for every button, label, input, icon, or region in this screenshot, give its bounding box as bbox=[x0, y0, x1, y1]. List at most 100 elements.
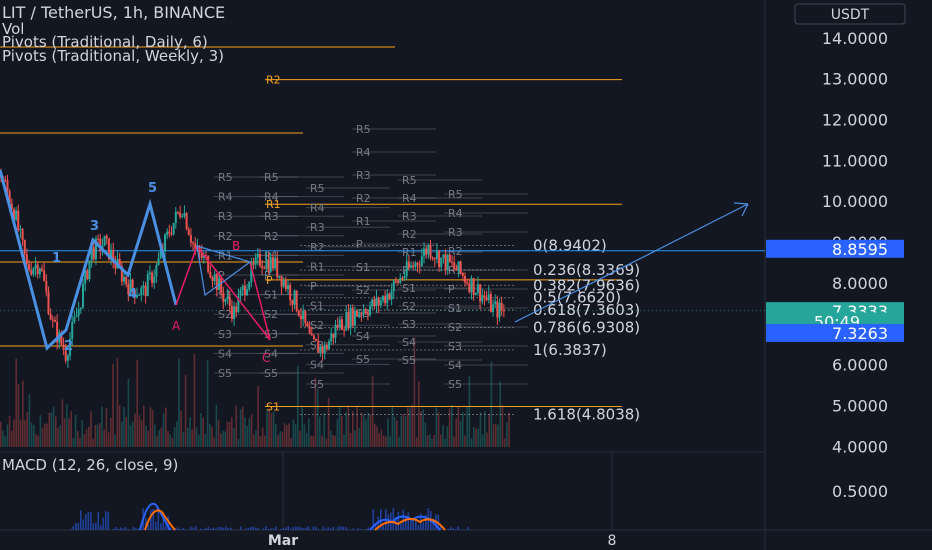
volume-bar bbox=[193, 353, 196, 447]
candle-body bbox=[455, 267, 458, 271]
volume-bar bbox=[198, 434, 200, 447]
macd-histogram-bar bbox=[340, 526, 342, 530]
volume-bar bbox=[55, 416, 57, 447]
candle-body bbox=[181, 216, 184, 218]
pivot-daily-label: R5 bbox=[310, 182, 325, 195]
macd-histogram-bar bbox=[250, 527, 252, 530]
candle-body bbox=[446, 254, 449, 270]
candle-body bbox=[174, 211, 177, 223]
wave-label: 3 bbox=[90, 219, 99, 234]
candle-body bbox=[228, 296, 231, 307]
volume-bar bbox=[101, 406, 103, 447]
candle-body bbox=[483, 295, 486, 298]
volume-bar bbox=[277, 435, 279, 447]
candle-body bbox=[82, 283, 85, 308]
candle-body bbox=[239, 289, 242, 296]
candle-body bbox=[416, 262, 419, 266]
volume-bar bbox=[374, 423, 376, 447]
price-tick-label: 13.0000 bbox=[822, 70, 888, 89]
candle-body bbox=[66, 355, 69, 361]
macd-histogram-bar bbox=[285, 527, 287, 530]
volume-bar bbox=[481, 434, 484, 447]
wave-label: 5 bbox=[148, 181, 157, 196]
pivot-daily-label: R2 bbox=[356, 192, 371, 205]
candle-body bbox=[369, 306, 372, 315]
macd-histogram-bar bbox=[450, 527, 452, 530]
macd-label[interactable]: MACD (12, 26, close, 9) bbox=[2, 456, 178, 474]
pivot-daily-label: R3 bbox=[402, 210, 417, 223]
candle-body bbox=[319, 346, 322, 353]
macd-histogram-bar bbox=[222, 528, 225, 530]
volume-bar bbox=[0, 421, 2, 447]
macd-histogram-bar bbox=[367, 527, 370, 530]
volume-bar bbox=[222, 430, 224, 447]
pivot-daily-label: S5 bbox=[402, 354, 416, 367]
volume-bar bbox=[162, 413, 165, 447]
price-badge-label: 8.8595 bbox=[832, 240, 888, 259]
candle-body bbox=[103, 235, 106, 246]
volume-bar bbox=[486, 432, 488, 447]
candle-body bbox=[364, 310, 367, 314]
price-chart[interactable]: R2R1PS1R5R4R3R2R1PS1S2S3S4S5R5R4R3R2R1PS… bbox=[0, 0, 932, 550]
candle-body bbox=[47, 291, 50, 314]
volume-bar bbox=[347, 405, 350, 447]
volume-bar bbox=[418, 380, 420, 447]
volume-bar bbox=[455, 418, 457, 447]
indicator-pivots-weekly[interactable]: Pivots (Traditional, Weekly, 3) bbox=[2, 47, 224, 65]
volume-bar bbox=[268, 407, 270, 447]
pivot-daily-label: R4 bbox=[310, 202, 325, 215]
candle-body bbox=[282, 280, 285, 287]
macd-histogram-bar bbox=[330, 528, 332, 530]
volume-bar bbox=[94, 424, 97, 447]
macd-histogram-bar bbox=[100, 525, 102, 530]
volume-bar bbox=[404, 415, 407, 447]
candle-body bbox=[172, 222, 175, 235]
pivot-daily-label: R4 bbox=[402, 192, 417, 205]
candle-body bbox=[422, 248, 425, 257]
fib-label: 1(6.3837) bbox=[533, 341, 607, 359]
volume-bar bbox=[495, 423, 497, 447]
volume-bar bbox=[235, 405, 237, 447]
volume-bar bbox=[400, 416, 402, 447]
volume-bar bbox=[90, 411, 92, 447]
candle-body bbox=[276, 258, 279, 278]
time-axis[interactable]: Mar 8 bbox=[268, 533, 617, 549]
price-axis[interactable]: 14.000013.000012.000011.000010.00009.000… bbox=[766, 29, 904, 501]
volume-bar bbox=[127, 378, 130, 447]
volume-bar bbox=[11, 430, 13, 447]
price-tick-label: 14.0000 bbox=[822, 29, 888, 48]
macd-histogram-bar bbox=[265, 526, 267, 530]
candle-body bbox=[496, 301, 499, 318]
volume-bar bbox=[411, 404, 413, 447]
pivot-daily-label: S4 bbox=[310, 358, 324, 371]
volume-bar bbox=[292, 419, 295, 447]
macd-histogram-bar bbox=[102, 517, 105, 530]
abcd-label: B bbox=[232, 239, 240, 253]
candle-body bbox=[317, 340, 320, 353]
macd-histogram-bar bbox=[357, 528, 360, 530]
candle-body bbox=[41, 268, 44, 271]
volume-bar bbox=[72, 438, 75, 447]
candle-body bbox=[256, 253, 259, 258]
volume-bar bbox=[107, 432, 110, 447]
volume-bar bbox=[444, 438, 446, 447]
wave-label: 2 bbox=[64, 339, 73, 354]
volume-bar bbox=[52, 406, 55, 447]
volume-bar bbox=[488, 414, 490, 447]
candle-body bbox=[431, 257, 434, 259]
macd-histogram-bar bbox=[230, 527, 232, 530]
volume-bar bbox=[468, 376, 471, 447]
volume-bar bbox=[77, 430, 79, 447]
candle-body bbox=[412, 265, 415, 267]
candle-body bbox=[271, 257, 274, 269]
pivot-daily-label: R3 bbox=[356, 169, 371, 182]
currency-button-label[interactable]: USDT bbox=[831, 7, 870, 23]
candle-body bbox=[459, 261, 462, 273]
volume-bar bbox=[407, 407, 409, 447]
volume-bar bbox=[301, 407, 303, 447]
candle-body bbox=[263, 268, 266, 270]
pivot-daily-label: S2 bbox=[402, 300, 416, 313]
volume-bar bbox=[30, 422, 33, 447]
volume-bar bbox=[356, 405, 358, 447]
volume-bar bbox=[228, 421, 231, 447]
